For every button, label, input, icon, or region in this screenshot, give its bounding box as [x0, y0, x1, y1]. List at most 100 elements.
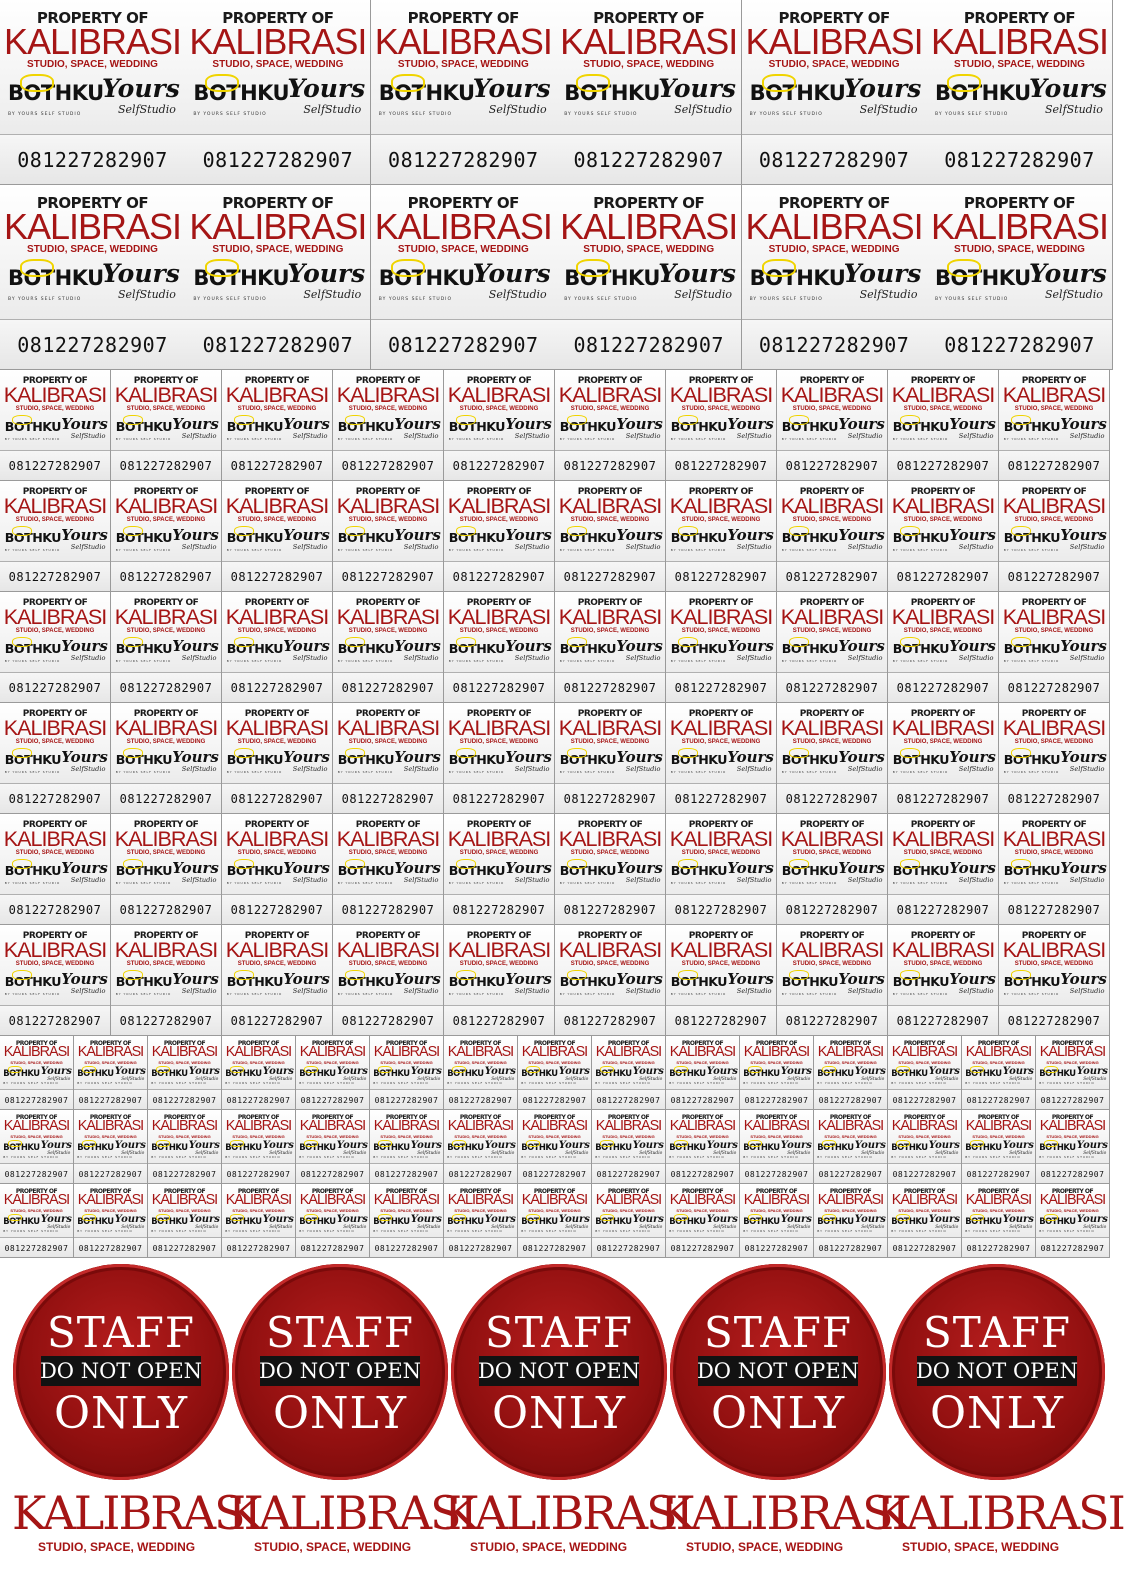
brand-name: KALIBRASI [447, 1192, 514, 1209]
phone-number: 081227282907 [222, 1163, 295, 1183]
yours-logo-text: Yours [1060, 525, 1107, 544]
sticker-label: PROPERTY OF KALIBRASI STUDIO, SPACE, WEDDI… [555, 703, 666, 814]
bothku-subtext: BY YOURS SELF STUDIO [4, 992, 61, 997]
brand-name: KALIBRASI [560, 205, 738, 247]
glasses-icon [600, 1065, 614, 1073]
phone-number: 081227282907 [444, 894, 554, 924]
selfstudio-logo-text: SelfStudio [847, 431, 883, 440]
brand-name: KALIBRASI [3, 205, 182, 247]
selfstudio-logo-text: SelfStudio [514, 431, 550, 440]
label-logo-area: PROPERTY OF KALIBRASI STUDIO, SPACE, WEDDI… [370, 1110, 443, 1163]
glasses-icon [304, 1065, 318, 1073]
brand-name: KALIBRASI [3, 1118, 70, 1135]
yours-logo-text: Yours [949, 636, 996, 655]
yours-logo-text: Yours [61, 969, 108, 988]
bothku-subtext: BY YOURS SELF STUDIO [4, 770, 61, 775]
glasses-icon [900, 525, 921, 537]
selfstudio-logo-text: SelfStudio [1069, 542, 1105, 551]
brand-name: KALIBRASI [743, 1192, 810, 1209]
phone-number: 081227282907 [666, 894, 776, 924]
sticker-label: PROPERTY OF KALIBRASI STUDIO, SPACE, WEDDI… [0, 1036, 74, 1110]
label-logo-area: PROPERTY OF KALIBRASI STUDIO, SPACE, WEDDI… [999, 925, 1109, 1005]
phone-number: 081227282907 [444, 672, 554, 702]
glasses-icon [678, 636, 699, 648]
glasses-icon [567, 858, 588, 870]
staff-only-badge: STAFF DO NOT OPEN ONLY [451, 1264, 667, 1480]
selfstudio-logo-text: SelfStudio [625, 986, 661, 995]
brand-tagline: STUDIO, SPACE, WEDDING [27, 244, 158, 256]
glasses-icon [567, 636, 588, 648]
brand-tagline: STUDIO, SPACE, WEDDING [570, 516, 650, 523]
yours-logo-text: Yours [505, 858, 552, 877]
yours-logo-text: Yours [949, 969, 996, 988]
glasses-icon [234, 747, 255, 759]
brand-name: KALIBRASI [114, 381, 219, 407]
brand-tagline: STUDIO, SPACE, WEDDING [792, 849, 872, 856]
phone-number: 081227282907 [222, 894, 332, 924]
yours-logo-text: Yours [188, 1065, 220, 1077]
sticker-label: PROPERTY OF KALIBRASI STUDIO, SPACE, WEDDI… [370, 1110, 444, 1184]
sticker-label: PROPERTY OF KALIBRASI STUDIO, SPACE, WEDDI… [555, 481, 666, 592]
selfstudio-logo-text: SelfStudio [787, 1151, 811, 1157]
brand-name: KALIBRASI [780, 492, 885, 518]
brand-tagline: STUDIO, SPACE, WEDDING [454, 1207, 507, 1213]
yours-logo-text: Yours [114, 1213, 146, 1225]
glasses-icon [82, 1139, 96, 1147]
label-logo-area: PROPERTY OF KALIBRASI STUDIO, SPACE, WEDDI… [222, 1036, 295, 1089]
phone-number: 081227282907 [999, 561, 1109, 591]
selfstudio-logo-text: SelfStudio [958, 764, 994, 773]
selfstudio-logo-text: SelfStudio [292, 986, 328, 995]
brand-tagline: STUDIO, SPACE, WEDDING [459, 516, 539, 523]
brand-tagline: STUDIO, SPACE, WEDDING [306, 1207, 359, 1213]
brand-name: KALIBRASI [373, 1192, 440, 1209]
selfstudio-logo-text: SelfStudio [1069, 764, 1105, 773]
phone-number: 081227282907 [814, 1237, 887, 1257]
label-logo-area: PROPERTY OF KALIBRASI STUDIO, SPACE, WEDDI… [666, 370, 776, 450]
label-logo-area: PROPERTY OF KALIBRASI STUDIO, SPACE, WEDDI… [518, 1184, 591, 1237]
bothku-subtext: BY YOURS SELF STUDIO [193, 112, 267, 118]
brand-tagline: STUDIO, SPACE, WEDDING [158, 1059, 211, 1065]
label-logo-area: PROPERTY OF KALIBRASI STUDIO, SPACE, WEDDI… [666, 925, 776, 1005]
selfstudio-logo-text: SelfStudio [847, 653, 883, 662]
phone-number: 081227282907 [556, 134, 742, 184]
brand-tagline: STUDIO, SPACE, WEDDING [792, 405, 872, 412]
brand-tagline: STUDIO, SPACE, WEDDING [602, 1059, 655, 1065]
selfstudio-logo-text: SelfStudio [121, 1077, 145, 1083]
brand-name: KALIBRASI [780, 603, 885, 629]
sticker-label: PROPERTY OF KALIBRASI STUDIO, SPACE, WEDDI… [444, 925, 555, 1036]
label-logo-area: PROPERTY OF KALIBRASI STUDIO, SPACE, WEDDI… [0, 1036, 73, 1089]
bothku-subtext: BY YOURS SELF STUDIO [4, 881, 61, 886]
phone-number: 081227282907 [222, 672, 332, 702]
phone-number: 081227282907 [888, 1163, 961, 1183]
brand-name: KALIBRASI [558, 603, 663, 629]
yours-logo-text: Yours [287, 259, 366, 289]
glasses-icon [970, 1065, 984, 1073]
yours-logo-text: Yours [727, 525, 774, 544]
brand-name: KALIBRASI [780, 825, 885, 851]
yours-logo-text: Yours [838, 858, 885, 877]
glasses-icon [345, 636, 366, 648]
phone-number: 081227282907 [777, 672, 887, 702]
glasses-icon [456, 858, 477, 870]
sticker-label: PROPERTY OF KALIBRASI STUDIO, SPACE, WEDDI… [777, 703, 888, 814]
sticker-label: PROPERTY OF KALIBRASI STUDIO, SPACE, WEDDI… [0, 925, 111, 1036]
label-logo-area: PROPERTY OF KALIBRASI STUDIO, SPACE, WEDDI… [666, 814, 776, 894]
selfstudio-logo-text: SelfStudio [1083, 1151, 1107, 1157]
glasses-icon [304, 1213, 318, 1221]
label-logo-area: PROPERTY OF KALIBRASI STUDIO, SPACE, WEDDI… [0, 1110, 73, 1163]
sticker-label: PROPERTY OF KALIBRASI STUDIO, SPACE, WEDDI… [1036, 1036, 1110, 1110]
brand-name: KALIBRASI [447, 936, 552, 962]
brand-tagline: STUDIO, SPACE, WEDDING [676, 1059, 729, 1065]
brand-tagline: STUDIO, SPACE, WEDDING [903, 960, 983, 967]
glasses-icon [900, 414, 921, 426]
sticker-label: PROPERTY OF KALIBRASI STUDIO, SPACE, WEDDI… [666, 1110, 740, 1184]
selfstudio-logo-text: SelfStudio [514, 986, 550, 995]
label-logo-area: PROPERTY OF KALIBRASI STUDIO, SPACE, WEDDI… [999, 481, 1109, 561]
label-logo-area: PROPERTY OF KALIBRASI STUDIO, SPACE, WEDDI… [371, 0, 556, 134]
brand-name: KALIBRASI [3, 20, 182, 62]
label-logo-area: PROPERTY OF KALIBRASI STUDIO, SPACE, WEDDI… [296, 1036, 369, 1089]
selfstudio-logo-text: SelfStudio [491, 1077, 515, 1083]
bothku-subtext: BY YOURS SELF STUDIO [892, 548, 949, 553]
sticker-label: PROPERTY OF KALIBRASI STUDIO, SPACE, WEDDI… [555, 592, 666, 703]
brand-tagline: STUDIO, SPACE, WEDDING [528, 1207, 581, 1213]
